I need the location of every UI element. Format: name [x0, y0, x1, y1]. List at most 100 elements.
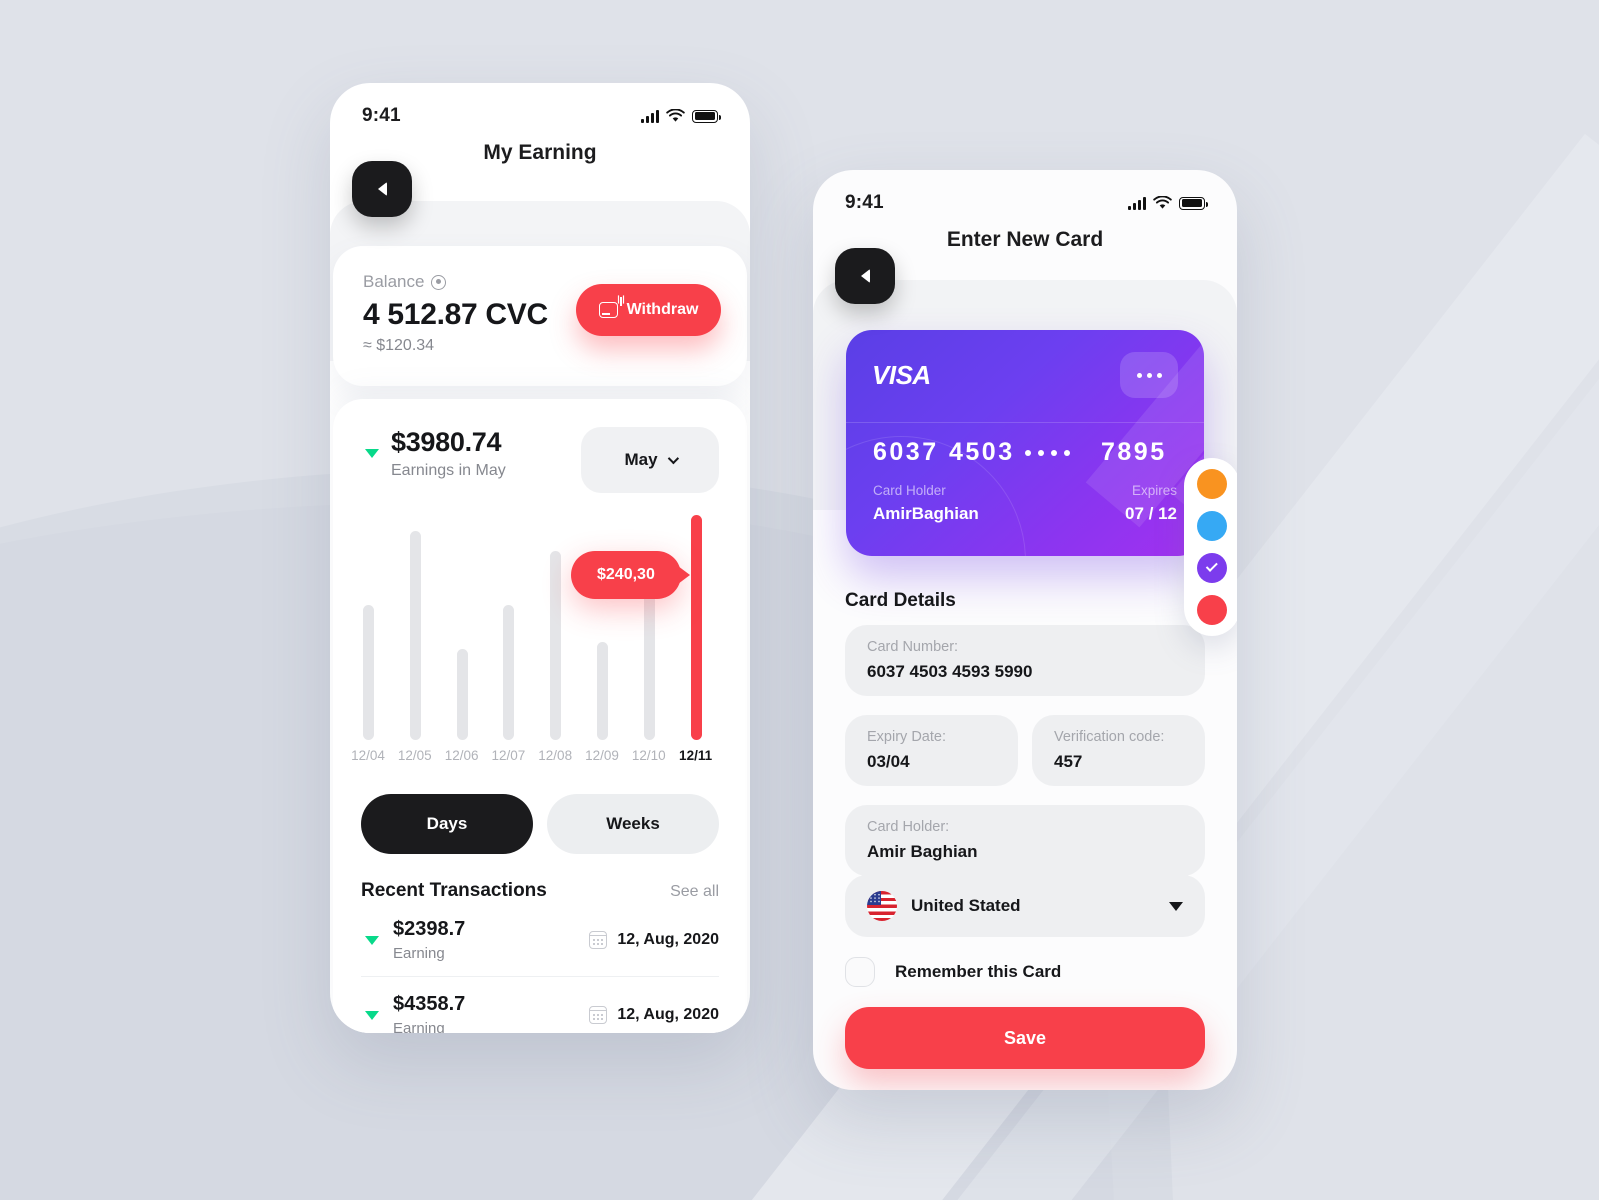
back-arrow-icon — [860, 269, 870, 283]
eye-icon[interactable] — [431, 274, 447, 290]
month-selector[interactable]: May — [581, 427, 719, 493]
purple-swatch[interactable] — [1197, 553, 1227, 583]
wifi-icon — [1153, 196, 1172, 209]
card-number-field[interactable]: Card Number: 6037 4503 4593 5990 — [845, 625, 1205, 696]
x-axis-label: 12/07 — [491, 748, 526, 763]
expiry-date-field[interactable]: Expiry Date: 03/04 — [845, 715, 1018, 786]
credit-card-preview[interactable]: VISA 6037 4503 7895 Card Holder AmirBagh… — [846, 330, 1204, 556]
bar-12-08[interactable] — [550, 551, 562, 740]
status-icons — [641, 109, 721, 123]
triangle-down-icon — [365, 449, 379, 458]
blue-swatch[interactable] — [1197, 511, 1227, 541]
bar-12-09[interactable] — [596, 642, 608, 740]
bar-12-05[interactable] — [409, 531, 421, 740]
balance-approx-value: ≈ $120.34 — [363, 337, 435, 354]
phone-screen-enter-new-card: 9:41 Enter New Card VISA 6037 4503 7895 … — [813, 170, 1237, 1090]
back-button[interactable] — [835, 248, 895, 304]
x-axis-label: 12/09 — [585, 748, 619, 763]
tab-weeks[interactable]: Weeks — [547, 794, 719, 854]
balance-label: Balance — [363, 272, 425, 291]
earnings-subtitle: Earnings in May — [391, 462, 506, 479]
range-segmented-control: Days Weeks — [361, 794, 719, 854]
card-holder-value: AmirBaghian — [873, 504, 979, 523]
table-row[interactable]: $2398.7 Earning 12, Aug, 2020 — [361, 902, 719, 976]
x-axis-label: 12/08 — [538, 748, 573, 763]
expiry-date-label: Expiry Date: — [867, 729, 946, 745]
transaction-date-group: 12, Aug, 2020 — [589, 1006, 719, 1024]
status-icons — [1128, 196, 1208, 210]
recent-transactions-title: Recent Transactions — [361, 880, 547, 901]
card-number-display: 6037 4503 7895 — [846, 438, 1204, 467]
transaction-amount: $4358.7 — [393, 993, 466, 1015]
see-all-link[interactable]: See all — [670, 883, 719, 901]
earnings-chart-card: $3980.74 Earnings in May May $240,30 12/… — [333, 399, 747, 1033]
bar-12-04[interactable] — [363, 605, 374, 740]
calendar-icon — [589, 1006, 608, 1024]
card-expires-value: 07 / 12 — [1125, 504, 1177, 523]
us-flag-icon — [867, 891, 897, 921]
withdraw-button[interactable]: Withdraw — [576, 284, 721, 336]
card-number-group-3-masked — [1025, 449, 1101, 456]
remember-card-label: Remember this Card — [895, 962, 1062, 981]
transaction-type: Earning — [393, 945, 445, 962]
phone-screen-my-earning: 9:41 My Earning Balance 4 512.87 CVC ≈ $… — [330, 83, 750, 1033]
card-divider — [846, 422, 1204, 423]
month-selector-value: May — [624, 450, 658, 469]
verification-code-value: 457 — [1054, 752, 1083, 771]
back-button[interactable] — [352, 161, 412, 217]
country-select-value: United Stated — [911, 896, 1021, 915]
remember-card-checkbox[interactable] — [845, 957, 875, 987]
bar-12-07[interactable] — [503, 605, 515, 740]
verification-code-label: Verification code: — [1054, 729, 1165, 745]
chart-tooltip: $240,30 — [571, 551, 681, 599]
table-row[interactable]: $4358.7 Earning 12, Aug, 2020 — [361, 976, 719, 1033]
caret-down-icon — [1169, 901, 1183, 911]
bar-chart: $240,30 — [361, 515, 719, 740]
transaction-type: Earning — [393, 1020, 445, 1033]
card-holder-label: Card Holder — [873, 483, 946, 498]
card-holder-label: Card Holder: — [867, 819, 950, 835]
chevron-down-icon — [667, 452, 679, 465]
expiry-date-value: 03/04 — [867, 752, 910, 771]
remember-card-row[interactable]: Remember this Card — [845, 957, 1061, 987]
card-holder-field[interactable]: Card Holder: Amir Baghian — [845, 805, 1205, 876]
x-axis-label: 12/10 — [631, 748, 666, 763]
status-bar: 9:41 — [330, 83, 750, 127]
battery-icon — [692, 109, 721, 123]
card-holder-value: Amir Baghian — [867, 842, 978, 861]
card-number-group-1: 6037 — [873, 438, 939, 466]
check-icon — [1205, 559, 1218, 572]
tab-days[interactable]: Days — [361, 794, 533, 854]
triangle-down-icon — [365, 935, 379, 945]
card-color-picker — [1184, 458, 1237, 636]
verification-code-field[interactable]: Verification code: 457 — [1032, 715, 1205, 786]
card-number-group-2: 4503 — [949, 438, 1015, 466]
x-axis-label: 12/04 — [351, 748, 385, 763]
red-swatch[interactable] — [1197, 595, 1227, 625]
save-button[interactable]: Save — [845, 1007, 1205, 1069]
status-time: 9:41 — [362, 105, 401, 126]
more-options-icon[interactable] — [1120, 352, 1178, 398]
orange-swatch[interactable] — [1197, 469, 1227, 499]
withdraw-button-label: Withdraw — [626, 301, 699, 318]
card-holder-block: Card Holder AmirBaghian — [873, 483, 979, 524]
cellular-signal-icon — [1128, 196, 1146, 210]
card-meta-row: Card Holder AmirBaghian Expires 07 / 12 — [846, 467, 1204, 524]
x-axis-label: 12/05 — [397, 748, 432, 763]
chart-header: $3980.74 Earnings in May May — [361, 427, 719, 493]
cellular-signal-icon — [641, 109, 659, 123]
transaction-date: 12, Aug, 2020 — [617, 931, 719, 948]
bar-12-11[interactable] — [690, 515, 702, 740]
status-time: 9:41 — [845, 192, 884, 213]
card-number-group-4: 7895 — [1101, 438, 1167, 466]
country-select[interactable]: United Stated — [845, 875, 1205, 937]
chart-tooltip-value: $240,30 — [597, 566, 655, 583]
card-number-value: 6037 4503 4593 5990 — [867, 662, 1033, 681]
x-axis-label: 12/06 — [444, 748, 479, 763]
calendar-icon — [589, 931, 608, 949]
earnings-amount: $3980.74 — [391, 427, 502, 457]
bar-12-06[interactable] — [456, 649, 468, 740]
x-axis-label: 12/11 — [679, 748, 713, 763]
recent-transactions-header: Recent Transactions See all — [361, 880, 719, 902]
card-details-title: Card Details — [845, 590, 956, 611]
